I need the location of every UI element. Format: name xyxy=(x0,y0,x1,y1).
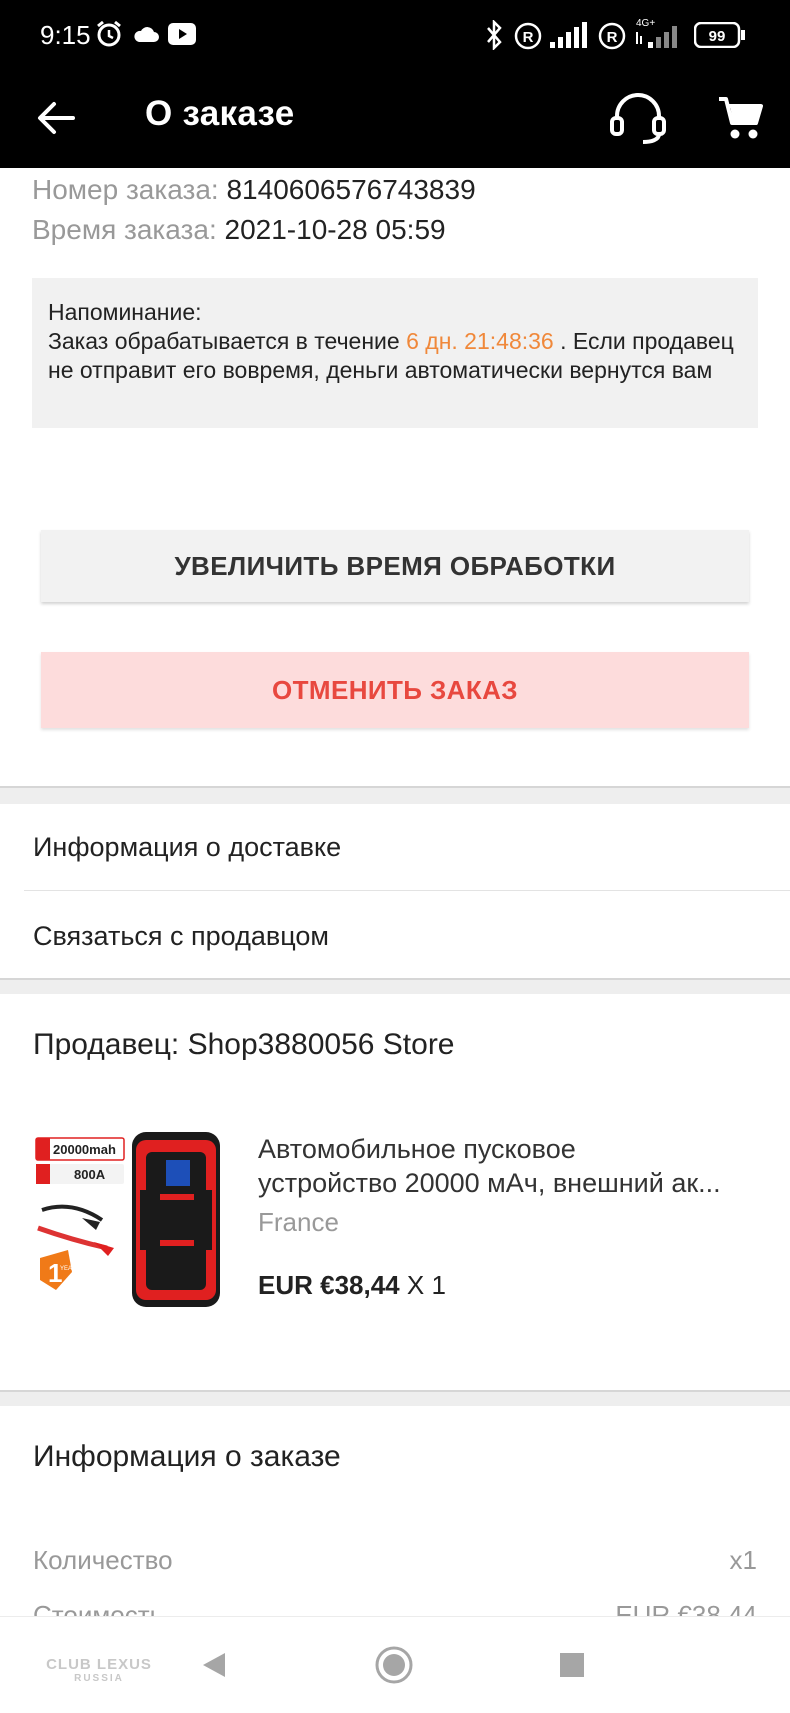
signal-4g-icon: 4G+ xyxy=(634,16,684,55)
seller-name[interactable]: Продавец: Shop3880056 Store xyxy=(33,1028,455,1062)
status-time: 9:15 xyxy=(40,20,91,50)
svg-text:800A: 800A xyxy=(74,1167,106,1182)
cart-icon xyxy=(717,96,763,145)
reminder-box: Напоминание: Заказ обрабатывается в тече… xyxy=(32,278,758,428)
battery-icon: 99 xyxy=(693,21,746,53)
info-row-label: Количество xyxy=(33,1545,173,1575)
cart-button[interactable] xyxy=(708,88,772,152)
row-separator xyxy=(24,890,790,891)
watermark-line2: RUSSIA xyxy=(74,1673,124,1684)
info-row-value: x1 xyxy=(729,1545,757,1575)
svg-text:20000mah: 20000mah xyxy=(53,1142,116,1157)
reminder-countdown: 6 дн. 21:48:36 xyxy=(406,328,554,354)
svg-text:YEAR: YEAR xyxy=(60,1266,77,1272)
product-origin: France xyxy=(258,1207,339,1237)
svg-text:R: R xyxy=(607,29,618,46)
product-price-row: EUR €38,44 X 1 xyxy=(258,1270,446,1301)
order-time-row: Время заказа: 2021-10-28 05:59 xyxy=(32,214,446,246)
delivery-info-label: Информация о доставке xyxy=(33,831,342,862)
section-divider xyxy=(0,1390,790,1406)
svg-text:R: R xyxy=(523,29,534,46)
product-price: EUR €38,44 xyxy=(258,1270,400,1300)
contact-seller-label: Связаться с продавцом xyxy=(33,920,329,951)
section-divider xyxy=(0,978,790,994)
product-title[interactable]: Автомобильное пусковое устройство 20000 … xyxy=(258,1132,758,1200)
status-bar: 9:15 R R 4G+ 99 xyxy=(0,0,790,70)
nav-home-button[interactable] xyxy=(372,1645,416,1689)
product-title-line1: Автомобильное пусковое xyxy=(258,1134,576,1164)
section-divider xyxy=(0,786,790,804)
order-time-label: Время заказа: xyxy=(32,214,217,245)
page-title: О заказе xyxy=(145,94,295,133)
order-time-value: 2021-10-28 05:59 xyxy=(224,214,446,245)
svg-text:4G+: 4G+ xyxy=(636,18,655,29)
order-number-row: Номер заказа: 8140606576743839 xyxy=(32,174,476,206)
youtube-icon xyxy=(168,23,196,50)
watermark: CLUB LEXUS RUSSIA xyxy=(24,1656,174,1686)
alarm-icon xyxy=(95,20,123,53)
nav-home-icon xyxy=(374,1645,414,1690)
signal-icon xyxy=(550,22,588,53)
reminder-text: Заказ обрабатывается в течение 6 дн. 21:… xyxy=(48,327,742,385)
bluetooth-icon xyxy=(484,18,504,55)
nav-back-icon xyxy=(199,1650,229,1685)
info-row-quantity: Количество x1 xyxy=(33,1545,757,1576)
product-quantity: X 1 xyxy=(406,1270,446,1300)
cloud-icon xyxy=(132,25,160,48)
order-number-value: 8140606576743839 xyxy=(226,174,476,205)
app-bar: О заказе xyxy=(0,70,790,168)
order-info-title: Информация о заказе xyxy=(33,1440,341,1473)
svg-text:99: 99 xyxy=(709,28,726,45)
roaming-icon-2: R xyxy=(598,22,626,55)
headset-icon xyxy=(609,92,667,149)
arrow-left-icon xyxy=(37,101,75,140)
nav-recents-icon xyxy=(558,1651,586,1684)
back-button[interactable] xyxy=(24,88,88,152)
contact-seller-link[interactable]: Связаться с продавцом xyxy=(0,893,790,979)
nav-back-button[interactable] xyxy=(192,1645,236,1689)
reminder-title: Напоминание: xyxy=(48,299,202,325)
cancel-order-button[interactable]: ОТМЕНИТЬ ЗАКАЗ xyxy=(41,652,749,728)
order-number-label: Номер заказа: xyxy=(32,174,219,205)
svg-text:1: 1 xyxy=(48,1258,62,1288)
support-button[interactable] xyxy=(606,88,670,152)
product-title-line2: устройство 20000 мАч, внешний ак... xyxy=(258,1168,721,1198)
delivery-info-link[interactable]: Информация о доставке xyxy=(0,804,790,890)
watermark-line1: CLUB LEXUS xyxy=(46,1656,152,1673)
nav-recents-button[interactable] xyxy=(550,1645,594,1689)
extend-processing-button[interactable]: УВЕЛИЧИТЬ ВРЕМЯ ОБРАБОТКИ xyxy=(41,530,749,602)
product-image[interactable]: 20000mah 800A 1 YEAR xyxy=(32,1130,232,1325)
reminder-text-before: Заказ обрабатывается в течение xyxy=(48,328,400,354)
roaming-icon: R xyxy=(514,22,542,55)
